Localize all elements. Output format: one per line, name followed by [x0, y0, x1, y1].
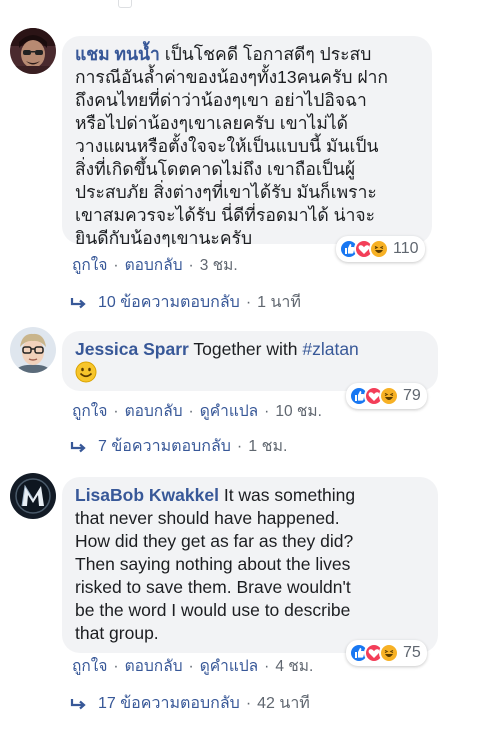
reply-arrow-icon — [70, 698, 86, 709]
comment-text-line: สิ่งที่เกิดขึ้นโดตคาดไม่ถึง เขาถือเป็นผู… — [75, 159, 356, 179]
comment-time[interactable]: 4 ชม. — [275, 658, 313, 675]
comment-author[interactable]: แชม ทนน้ำ — [75, 44, 160, 64]
comment-time[interactable]: 10 ชม. — [275, 403, 322, 420]
comment-text-line: เขาสมควรจะได้รับ นี่ดีที่รอดมาได้ น่าจะ — [75, 205, 376, 225]
comment-text-line: that never should have happened. — [75, 508, 340, 528]
comment-actions: ถูกใจ · ตอบกลับ · 3 ชม. — [72, 257, 238, 274]
replies-count-label[interactable]: 10 ข้อความตอบกลับ — [98, 290, 240, 315]
see-translation-link[interactable]: ดูคำแปล — [200, 658, 258, 675]
avatar-photo-icon — [10, 327, 56, 373]
reply-link[interactable]: ตอบกลับ — [125, 658, 183, 675]
haha-reaction-icon — [379, 386, 399, 406]
reaction-count: 110 — [393, 240, 419, 257]
reaction-count: 75 — [403, 644, 421, 661]
replies-time: 1 ชม. — [248, 438, 288, 455]
view-replies[interactable]: 7 ข้อความตอบกลับ · 1 ชม. — [70, 434, 287, 459]
avatar[interactable] — [10, 473, 56, 519]
comment-text-line: ประสบภัย สิ่งต่างๆที่เขาได้รับ มันก็เพรา… — [75, 182, 377, 202]
replies-time: 42 นาที — [257, 695, 310, 712]
comment-author[interactable]: LisaBob Kwakkel — [75, 485, 219, 505]
reply-arrow-icon — [70, 297, 86, 308]
comment-actions: ถูกใจ · ตอบกลับ · ดูคำแปล · 10 ชม. — [72, 403, 322, 420]
like-link[interactable]: ถูกใจ — [72, 257, 107, 274]
comment-text: Together with — [193, 339, 298, 359]
view-replies[interactable]: 17 ข้อความตอบกลับ · 42 นาที — [70, 691, 310, 716]
comment-text-line: การณีอันล้ำค่าของน้องๆทั้ง13คนครับ ฝาก — [75, 67, 389, 87]
comment-text-line: that group. — [75, 623, 159, 643]
comment-text-line: เป็นโชคดี โอกาสดีๆ ประสบ — [164, 44, 372, 64]
reply-link[interactable]: ตอบกลับ — [125, 403, 183, 420]
comment-bubble: แชม ทนน้ำ เป็นโชคดี โอกาสดีๆ ประสบ การณี… — [62, 36, 432, 248]
replies-count-label[interactable]: 7 ข้อความตอบกลับ — [98, 434, 231, 459]
replies-count-label[interactable]: 17 ข้อความตอบกลับ — [98, 691, 240, 716]
reactions-summary[interactable]: 110 — [336, 236, 425, 262]
haha-reaction-icon — [379, 643, 399, 663]
comment-text-line: ยินดีกับน้องๆเขานะครับ — [75, 228, 253, 248]
comment-time[interactable]: 3 ชม. — [200, 257, 238, 274]
reactions-summary[interactable]: 75 — [346, 640, 427, 666]
comment-bubble: Jessica Sparr Together with #zlatan — [62, 331, 438, 391]
previous-item-edge — [118, 0, 132, 8]
comment-text-line: How did they get as far as they did? — [75, 531, 354, 551]
comment-text-line: risked to save them. Brave wouldn't — [75, 577, 351, 597]
view-replies[interactable]: 10 ข้อความตอบกลับ · 1 นาที — [70, 290, 301, 315]
avatar[interactable] — [10, 327, 56, 373]
like-link[interactable]: ถูกใจ — [72, 403, 107, 420]
reactions-summary[interactable]: 79 — [346, 383, 427, 409]
comment-actions: ถูกใจ · ตอบกลับ · ดูคำแปล · 4 ชม. — [72, 658, 314, 675]
haha-reaction-icon — [369, 239, 389, 259]
reaction-count: 79 — [403, 387, 421, 404]
comment-text-line: It was something — [223, 485, 356, 505]
like-link[interactable]: ถูกใจ — [72, 658, 107, 675]
comment-bubble: LisaBob Kwakkel It was something that ne… — [62, 477, 438, 653]
hashtag-link[interactable]: #zlatan — [302, 339, 358, 359]
reply-link[interactable]: ตอบกลับ — [125, 257, 183, 274]
avatar-photo-icon — [10, 28, 56, 74]
see-translation-link[interactable]: ดูคำแปล — [200, 403, 258, 420]
avatar[interactable] — [10, 28, 56, 74]
comment-text-line: วางแผนหรือตั้งใจจะให้เป็นแบบนี้ มันเป็น — [75, 136, 379, 156]
comment-author[interactable]: Jessica Sparr — [75, 339, 189, 359]
avatar-logo-icon — [10, 473, 56, 519]
replies-time: 1 นาที — [257, 294, 301, 311]
comment-text-line: Then saying nothing about the lives — [75, 554, 351, 574]
smiley-emoji-icon — [75, 361, 97, 383]
reply-arrow-icon — [70, 441, 86, 452]
comment-text-line: หรือไปด่าน้องๆเขาเลยครับ เขาไม่ได้ — [75, 113, 349, 133]
comment-text-line: be the word I would use to describe — [75, 600, 351, 620]
comment-text-line: ถึงคนไทยที่ด่าว่าน้องๆเขา อย่าไปอิจฉา — [75, 90, 367, 110]
